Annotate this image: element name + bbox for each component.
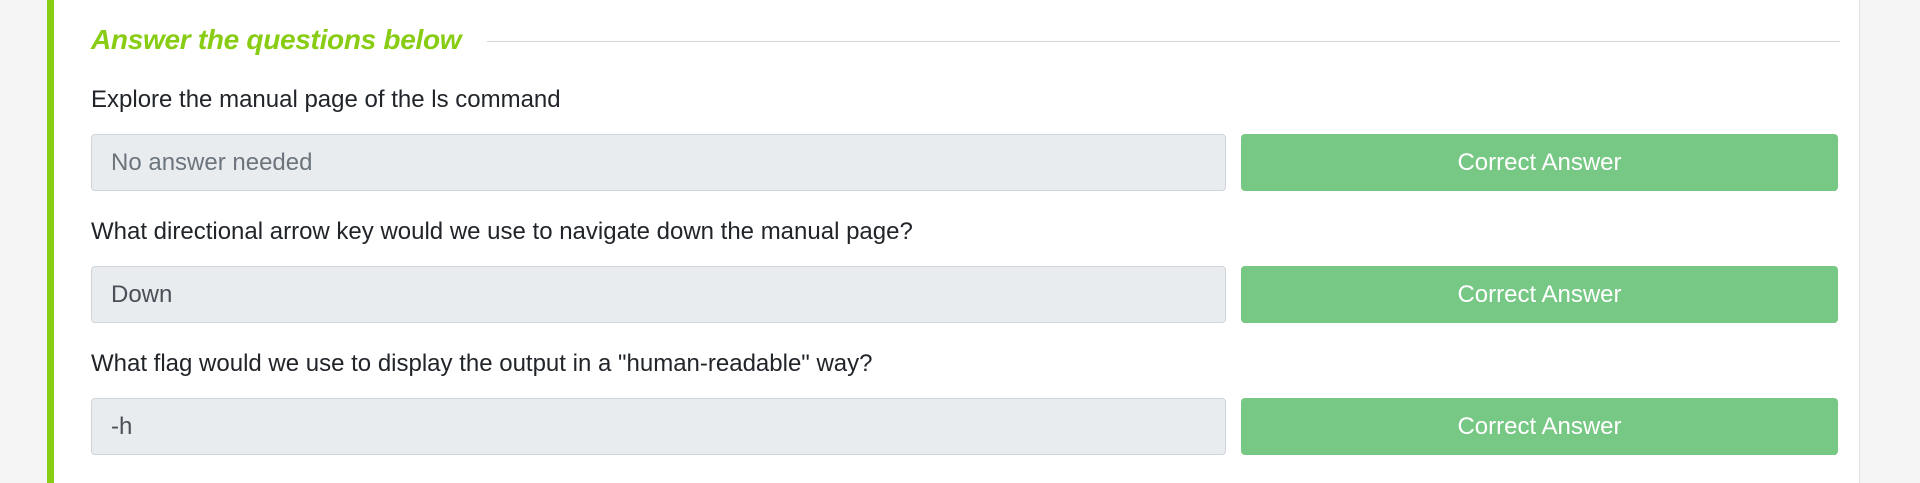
question-text: What flag would we use to display the ou… bbox=[91, 350, 873, 377]
answer-input[interactable]: -h bbox=[91, 398, 1226, 455]
answer-row: No answer needed Correct Answer bbox=[91, 134, 1840, 191]
correct-answer-button[interactable]: Correct Answer bbox=[1241, 398, 1838, 455]
correct-answer-button[interactable]: Correct Answer bbox=[1241, 266, 1838, 323]
questions-card: Answer the questions below Explore the m… bbox=[47, 0, 1860, 483]
question-block: What flag would we use to display the ou… bbox=[91, 348, 1840, 455]
section-header: Answer the questions below bbox=[91, 20, 1840, 60]
question-block: Explore the manual page of the ls comman… bbox=[91, 84, 1840, 191]
question-block: What directional arrow key would we use … bbox=[91, 216, 1840, 323]
answer-row: -h Correct Answer bbox=[91, 398, 1840, 455]
correct-answer-button[interactable]: Correct Answer bbox=[1241, 134, 1838, 191]
question-text: Explore the manual page of the ls comman… bbox=[91, 86, 561, 113]
header-divider bbox=[487, 40, 1840, 42]
answer-input[interactable]: Down bbox=[91, 266, 1226, 323]
page: Answer the questions below Explore the m… bbox=[0, 0, 1920, 483]
question-text: What directional arrow key would we use … bbox=[91, 218, 913, 245]
answer-input[interactable]: No answer needed bbox=[91, 134, 1226, 191]
section-title: Answer the questions below bbox=[91, 24, 462, 55]
answer-row: Down Correct Answer bbox=[91, 266, 1840, 323]
